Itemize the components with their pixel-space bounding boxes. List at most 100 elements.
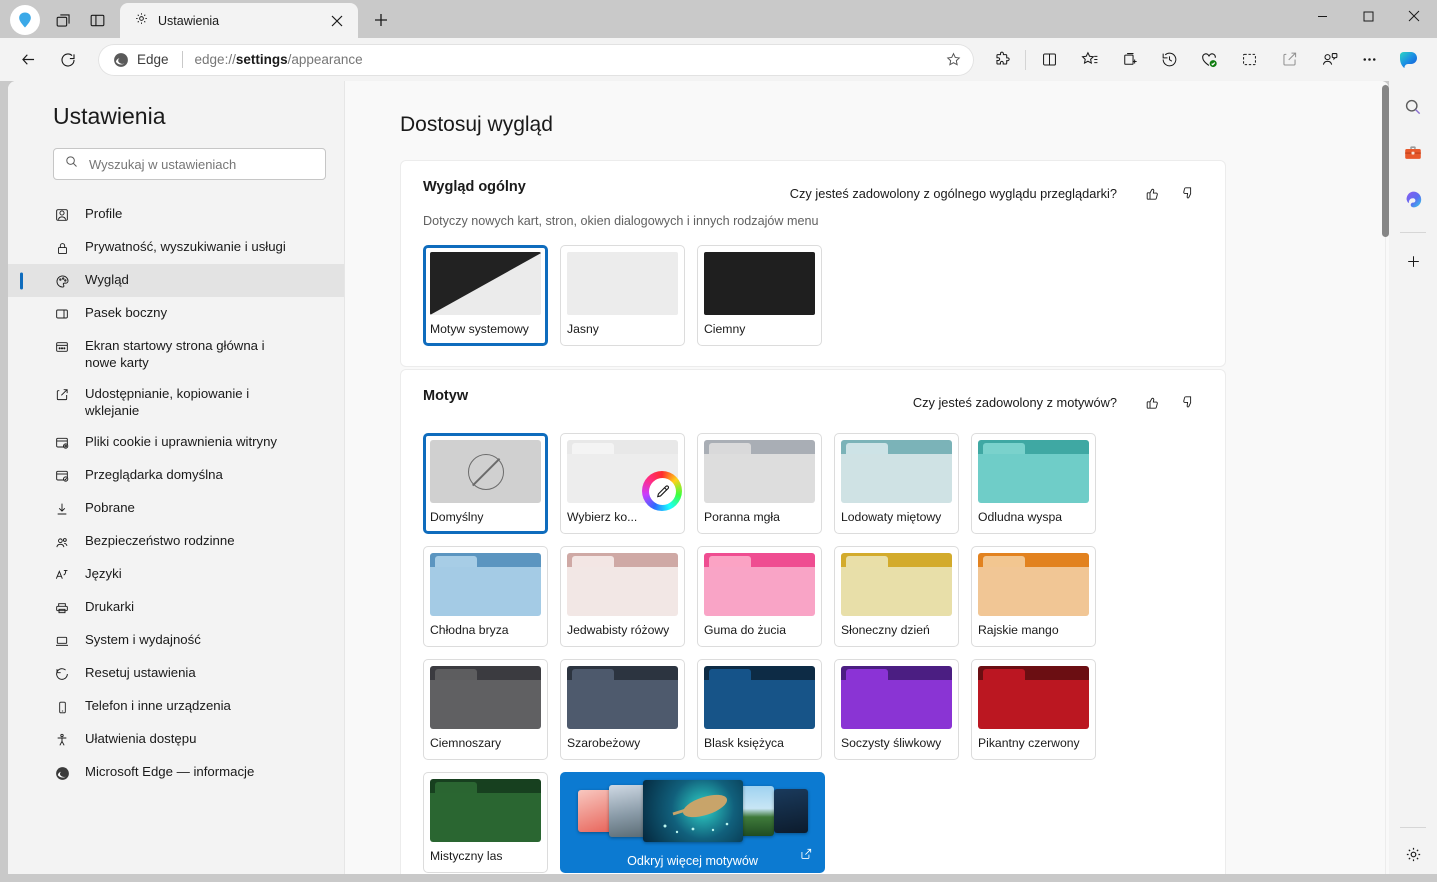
promo-thumb [773, 789, 808, 833]
theme-option-custom-color[interactable]: Wybierz ko... [560, 433, 685, 534]
edge-sidebar-rail [1389, 81, 1437, 882]
sidebar-item-cookies[interactable]: Pliki cookie i uprawnienia witryny [8, 426, 344, 459]
new-tab-button[interactable] [366, 5, 396, 35]
sidebar-item-family-safety[interactable]: Bezpieczeństwo rodzinne [8, 525, 344, 558]
theme-option-chlodna-bryza[interactable]: Chłodna bryza [423, 546, 548, 647]
close-icon[interactable] [326, 10, 348, 32]
thumbs-up-icon[interactable] [1137, 388, 1167, 416]
rail-divider [1400, 232, 1426, 233]
sidebar-item-downloads[interactable]: Pobrane [8, 492, 344, 525]
theme-option-soczysty-sliwkowy[interactable]: Soczysty śliwkowy [834, 659, 959, 760]
color-picker-badge[interactable] [642, 471, 682, 511]
theme-option-szarobezowy[interactable]: Szarobeżowy [560, 659, 685, 760]
search-input[interactable]: Wyszukaj w ustawieniach [89, 157, 236, 172]
sidebar-item-reset[interactable]: Resetuj ustawienia [8, 657, 344, 690]
sidebar-item-default-browser[interactable]: Przeglądarka domyślna [8, 459, 344, 492]
sidebar-item-privacy[interactable]: Prywatność, wyszukiwanie i usługi [8, 231, 344, 264]
search-icon [64, 154, 79, 174]
sidebar-item-label: Prywatność, wyszukiwanie i usługi [85, 239, 286, 254]
history-icon[interactable] [1153, 44, 1185, 76]
back-icon[interactable] [12, 44, 44, 76]
theme-option-guma-do-zucia[interactable]: Guma do żucia [697, 546, 822, 647]
sidebar-item-accessibility[interactable]: Ułatwienia dostępu [8, 723, 344, 756]
option-label: Ciemny [704, 322, 746, 336]
scrollbar-thumb[interactable] [1382, 85, 1389, 237]
settings-search[interactable]: Wyszukaj w ustawieniach [53, 148, 326, 180]
workspaces-icon[interactable] [46, 5, 80, 35]
gear-icon[interactable] [1395, 836, 1431, 872]
thumbs-down-icon[interactable] [1173, 388, 1203, 416]
discover-more-themes-banner[interactable]: Odkryj więcej motywów [560, 772, 825, 873]
sidebar-item-profile[interactable]: Profile [8, 198, 344, 231]
sidebar-item-about-edge[interactable]: Microsoft Edge — informacje [8, 756, 344, 789]
theme-option-poranna-mgla[interactable]: Poranna mgła [697, 433, 822, 534]
theme-options-grid: Domyślny Wybierz ko... Poranna mgła Lodo… [423, 433, 1203, 873]
omnibox-divider [181, 51, 183, 68]
microsoft365-icon[interactable] [1395, 181, 1431, 217]
sidebar-item-label: Udostępnianie, kopiowanie i wklejanie [85, 386, 250, 418]
page-title: Dostosuj wygląd [400, 113, 553, 136]
favorites-icon[interactable] [1073, 44, 1105, 76]
general-appearance-options: Motyw systemowy Jasny Ciemny [423, 245, 1203, 346]
theme-option-sloneczny-dzien[interactable]: Słoneczny dzień [834, 546, 959, 647]
reload-icon[interactable] [52, 44, 84, 76]
share-icon[interactable] [1273, 44, 1305, 76]
preview-swatch [430, 252, 541, 315]
split-screen-icon[interactable] [1033, 44, 1065, 76]
search-icon[interactable] [1395, 89, 1431, 125]
settings-content: Dostosuj wygląd Wygląd ogólny Czy jesteś… [346, 81, 1389, 874]
sidebar-item-startup[interactable]: Ekran startowy strona główna i nowe kart… [8, 330, 344, 378]
theme-option-rajskie-mango[interactable]: Rajskie mango [971, 546, 1096, 647]
browser-essentials-icon[interactable] [1193, 44, 1225, 76]
theme-option-ciemnoszary[interactable]: Ciemnoszary [423, 659, 548, 760]
sidebar-item-sidebar[interactable]: Pasek boczny [8, 297, 344, 330]
extensions-icon[interactable] [986, 44, 1018, 76]
sidebar-item-printers[interactable]: Drukarki [8, 591, 344, 624]
screenshot-icon[interactable] [1233, 44, 1265, 76]
appearance-option-system[interactable]: Motyw systemowy [423, 245, 548, 346]
theme-option-lodowaty-mietowy[interactable]: Lodowaty miętowy [834, 433, 959, 534]
split-pane-icon[interactable] [80, 5, 114, 35]
thumbs-up-icon[interactable] [1137, 179, 1167, 207]
theme-option-jedwabisty-rozowy[interactable]: Jedwabisty różowy [560, 546, 685, 647]
more-icon[interactable] [1353, 44, 1385, 76]
close-button[interactable] [1391, 0, 1437, 32]
thumbs-down-icon[interactable] [1173, 179, 1203, 207]
promo-label: Odkryj więcej motywów [627, 854, 758, 868]
feedback-group: Czy jesteś zadowolony z ogólnego wyglądu… [790, 179, 1203, 207]
appearance-option-light[interactable]: Jasny [560, 245, 685, 346]
favorite-star-icon[interactable] [938, 46, 968, 74]
preview-swatch [430, 440, 541, 503]
profile-icon[interactable] [1313, 44, 1345, 76]
sidebar-item-share[interactable]: Udostępnianie, kopiowanie i wklejanie [8, 378, 344, 426]
title-bar: Ustawienia [0, 0, 1437, 38]
edge-brand: Edge [112, 51, 169, 69]
option-label: Motyw systemowy [430, 322, 529, 336]
sidebar-item-system[interactable]: System i wydajność [8, 624, 344, 657]
theme-option-blask-ksiezyca[interactable]: Blask księżyca [697, 659, 822, 760]
appearance-option-dark[interactable]: Ciemny [697, 245, 822, 346]
maximize-button[interactable] [1345, 0, 1391, 32]
minimize-button[interactable] [1299, 0, 1345, 32]
sidebar-item-phone[interactable]: Telefon i inne urządzenia [8, 690, 344, 723]
page-viewport: Ustawienia Wyszukaj w ustawieniach Profi… [8, 81, 1389, 874]
option-label: Wybierz ko... [567, 510, 638, 524]
theme-option-pikantny-czerwony[interactable]: Pikantny czerwony [971, 659, 1096, 760]
collections-icon[interactable] [1113, 44, 1145, 76]
sidebar-item-label: Drukarki [85, 599, 135, 614]
add-sidebar-app-icon[interactable] [1395, 243, 1431, 279]
tools-icon[interactable] [1395, 135, 1431, 171]
preview-swatch [704, 252, 815, 315]
address-bar[interactable]: Edge edge://settings/appearance [98, 43, 974, 76]
copilot-icon[interactable] [1393, 45, 1423, 75]
url-text: edge://settings/appearance [194, 52, 363, 67]
theme-option-mistyczny-las[interactable]: Mistyczny las [423, 772, 548, 873]
sidebar-item-label: Microsoft Edge — informacje [85, 764, 255, 779]
sidebar-item-appearance[interactable]: Wygląd [8, 264, 344, 297]
browser-tab[interactable]: Ustawienia [120, 3, 358, 38]
theme-option-odludna-wyspa[interactable]: Odludna wyspa [971, 433, 1096, 534]
theme-option-default[interactable]: Domyślny [423, 433, 548, 534]
sidebar-item-label: Profile [85, 206, 123, 221]
option-label: Jedwabisty różowy [567, 623, 670, 637]
sidebar-item-languages[interactable]: Języki [8, 558, 344, 591]
